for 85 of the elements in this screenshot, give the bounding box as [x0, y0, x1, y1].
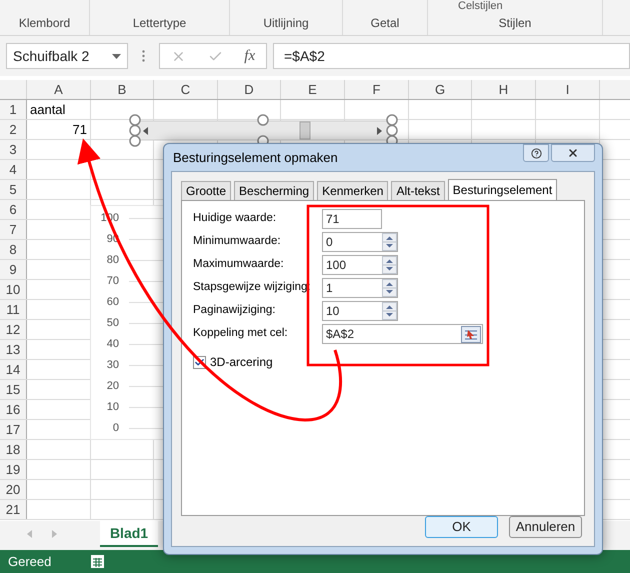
- ribbon-command[interactable]: Celstijlen: [458, 0, 503, 12]
- row-header[interactable]: 18: [0, 440, 27, 459]
- column-header[interactable]: E: [281, 80, 345, 99]
- row-header[interactable]: 17: [0, 420, 27, 439]
- scale-label: 50: [106, 316, 119, 332]
- row-header[interactable]: 16: [0, 400, 27, 419]
- column-header[interactable]: H: [472, 80, 536, 99]
- ribbon-group-label: Getal: [370, 15, 400, 32]
- close-button[interactable]: [551, 144, 595, 162]
- dialog-title: Besturingselement opmaken: [173, 148, 338, 167]
- row-header[interactable]: 10: [0, 280, 27, 299]
- field-label: Maximumwaarde:: [193, 257, 285, 272]
- value-field[interactable]: 71: [322, 209, 382, 229]
- spin-arrows-icon[interactable]: [382, 256, 397, 274]
- column-header[interactable]: I: [536, 80, 600, 99]
- row-header[interactable]: 9: [0, 260, 27, 279]
- dialog-tab[interactable]: Besturingselement: [448, 179, 558, 200]
- scale-label: 70: [106, 274, 119, 290]
- insert-function-button[interactable]: fx: [244, 44, 256, 68]
- row-header[interactable]: 6: [0, 200, 27, 219]
- name-box[interactable]: Schuifbalk 2: [6, 43, 128, 69]
- checkbox-label: 3D-arcering: [210, 354, 273, 371]
- range-picker-icon[interactable]: [461, 326, 481, 342]
- help-button[interactable]: [523, 144, 549, 162]
- status-text: Gereed: [8, 552, 52, 571]
- scale-label: 0: [112, 421, 119, 436]
- dialog-tab[interactable]: Bescherming: [234, 181, 314, 200]
- row-header[interactable]: 7: [0, 220, 27, 239]
- spin-field[interactable]: 10: [322, 301, 398, 321]
- cell-reference-field[interactable]: $A$2: [322, 324, 483, 344]
- dropdown-caret-icon: [112, 54, 121, 58]
- spin-field[interactable]: 100: [322, 255, 398, 275]
- row-header[interactable]: 14: [0, 360, 27, 379]
- scale-label: 60: [106, 295, 119, 310]
- scroll-bar-control[interactable]: [128, 114, 398, 148]
- spin-arrows-icon[interactable]: [382, 233, 397, 251]
- row-header[interactable]: 12: [0, 320, 27, 339]
- row-header[interactable]: 13: [0, 340, 27, 359]
- spin-field[interactable]: 0: [322, 232, 398, 252]
- field-label: Paginawijziging:: [193, 303, 276, 318]
- row-header[interactable]: 19: [0, 460, 27, 479]
- column-header[interactable]: A: [27, 80, 91, 99]
- table-cell-text: 71: [72, 120, 87, 139]
- row-header[interactable]: 11: [0, 300, 27, 319]
- spin-field[interactable]: 1: [322, 278, 398, 298]
- grip-icon: [142, 50, 145, 62]
- column-header[interactable]: D: [218, 80, 281, 99]
- formula-field[interactable]: =$A$2: [273, 43, 630, 69]
- column-header[interactable]: G: [409, 80, 472, 99]
- scale-label: 30: [106, 358, 119, 374]
- sheet-tab[interactable]: Blad1: [100, 521, 158, 547]
- column-header[interactable]: B: [91, 80, 154, 99]
- page-layout-icon[interactable]: [91, 555, 104, 568]
- column-header[interactable]: C: [154, 80, 218, 99]
- field-label: Koppeling met cel:: [193, 326, 289, 342]
- dialog-tab[interactable]: Kenmerken: [317, 181, 388, 200]
- ribbon-group-label: Uitlijning: [263, 15, 309, 32]
- column-header[interactable]: F: [345, 80, 409, 99]
- dialog-button[interactable]: Annuleren: [509, 516, 582, 538]
- row-header[interactable]: 4: [0, 160, 27, 179]
- table-cell-text: aantal: [30, 100, 66, 119]
- row-header[interactable]: 15: [0, 380, 27, 399]
- ribbon-group-label: Stijlen: [498, 15, 532, 32]
- row-header[interactable]: 8: [0, 240, 27, 259]
- row-header[interactable]: 2: [0, 120, 27, 139]
- row-header[interactable]: 20: [0, 480, 27, 499]
- ribbon-group-label: Klembord: [18, 15, 70, 32]
- field-label: Minimumwaarde:: [193, 234, 282, 250]
- scale-label: 20: [106, 379, 119, 394]
- scale-label: 10: [106, 400, 119, 416]
- dialog-tab[interactable]: Grootte: [181, 181, 232, 200]
- dialog-tab[interactable]: Alt-tekst: [391, 181, 445, 200]
- scale-label: 40: [106, 337, 119, 352]
- row-header[interactable]: 5: [0, 180, 27, 199]
- row-header[interactable]: 1: [0, 100, 27, 119]
- help-icon: [530, 148, 542, 158]
- row-header[interactable]: 3: [0, 140, 27, 159]
- row-header[interactable]: 21: [0, 500, 27, 519]
- ribbon-group-label: Lettertype: [132, 15, 186, 32]
- dialog-button[interactable]: OK: [425, 516, 498, 538]
- field-label: Huidige waarde:: [193, 211, 278, 226]
- spin-arrows-icon[interactable]: [382, 279, 397, 297]
- close-icon: [567, 147, 579, 159]
- spin-arrows-icon[interactable]: [382, 302, 397, 320]
- scale-label: 80: [106, 253, 119, 268]
